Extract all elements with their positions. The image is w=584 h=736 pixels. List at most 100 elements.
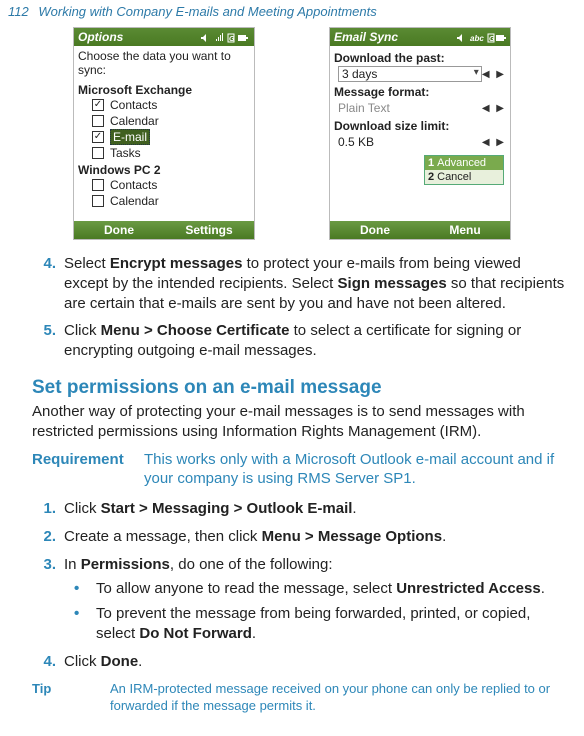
softkey-bar: Done Settings xyxy=(74,221,254,239)
text: Click xyxy=(64,322,101,339)
bold-text: Encrypt messages xyxy=(110,255,243,272)
checkbox-icon[interactable] xyxy=(92,147,104,159)
step-2: 2. Create a message, then click Menu > M… xyxy=(60,527,566,547)
text: . xyxy=(138,653,142,670)
bold-text: Menu > Message Options xyxy=(262,528,442,545)
text: Create a message, then click xyxy=(64,528,262,545)
phone-titlebar: Options G xyxy=(74,28,254,46)
bold-text: Do Not Forward xyxy=(139,625,252,642)
menu-label: Cancel xyxy=(437,171,471,183)
bullet-unrestricted: To allow anyone to read the message, sel… xyxy=(92,579,566,599)
steps-list-top: 4. Select Encrypt messages to protect yo… xyxy=(32,254,566,361)
checkbox-icon[interactable] xyxy=(92,115,104,127)
requirement-key: Requirement xyxy=(32,450,144,490)
section-microsoft-exchange: Microsoft Exchange xyxy=(78,83,250,97)
checkbox-icon[interactable] xyxy=(92,179,104,191)
menu-item-advanced[interactable]: 1Advanced xyxy=(425,156,503,170)
section-windows-pc2: Windows PC 2 xyxy=(78,163,250,177)
menu-num: 2 xyxy=(428,171,434,183)
phone-title-text: Options xyxy=(78,30,123,44)
phone-titlebar: Email Sync abc G xyxy=(330,28,510,46)
phone-body: Download the past: 3 days ◀ ▶ Message fo… xyxy=(330,46,510,221)
menu-item-cancel[interactable]: 2Cancel xyxy=(425,170,503,184)
svg-text:abc: abc xyxy=(470,34,484,43)
list-item[interactable]: Tasks xyxy=(92,145,250,161)
phone-title-text: Email Sync xyxy=(334,30,398,44)
sound-icon xyxy=(456,32,466,42)
list-item[interactable]: Calendar xyxy=(92,113,250,129)
screenshot-row: Options G Choose the data you want to sy… xyxy=(8,27,576,240)
item-label: Contacts xyxy=(110,98,157,112)
text: , do one of the following: xyxy=(170,556,333,573)
menu-num: 1 xyxy=(428,157,434,169)
bold-text: Permissions xyxy=(81,556,170,573)
tip-value: An IRM-protected message received on you… xyxy=(110,680,566,714)
field-label: Download size limit: xyxy=(334,119,506,133)
message-format-field[interactable]: Plain Text ◀ ▶ xyxy=(338,99,506,117)
options-screenshot: Options G Choose the data you want to sy… xyxy=(73,27,255,240)
download-size-field[interactable]: 0.5 KB ◀ ▶ xyxy=(338,133,506,151)
text: In xyxy=(64,556,81,573)
requirement-value: This works only with a Microsoft Outlook… xyxy=(144,450,566,490)
popup-menu-area: 1Advanced 2Cancel xyxy=(334,151,506,185)
bold-text: Done xyxy=(101,653,139,670)
text: . xyxy=(352,500,356,517)
page-number: 112 xyxy=(8,4,29,19)
list-item[interactable]: Contacts xyxy=(92,177,250,193)
softkey-bar: Done Menu xyxy=(330,221,510,239)
item-label: Calendar xyxy=(110,114,159,128)
page-header: 112 Working with Company E-mails and Mee… xyxy=(8,4,576,19)
step-4: 4. Select Encrypt messages to protect yo… xyxy=(60,254,566,313)
phone-body: Choose the data you want to sync: Micros… xyxy=(74,46,254,221)
tip-key: Tip xyxy=(32,680,110,714)
sound-icon xyxy=(200,32,210,42)
sync-instruction: Choose the data you want to sync: xyxy=(78,49,250,77)
document-body: 4. Select Encrypt messages to protect yo… xyxy=(8,254,576,714)
spinner-arrows-icon[interactable]: ◀ ▶ xyxy=(482,137,506,148)
step-number: 4. xyxy=(32,254,56,274)
text: Click xyxy=(64,653,101,670)
field-value: Plain Text xyxy=(338,101,482,115)
checkbox-icon[interactable] xyxy=(92,131,104,143)
field-label: Message format: xyxy=(334,85,506,99)
text: To allow anyone to read the message, sel… xyxy=(96,580,396,597)
item-label: Calendar xyxy=(110,194,159,208)
download-past-field[interactable]: 3 days ◀ ▶ xyxy=(338,65,506,83)
checkbox-icon[interactable] xyxy=(92,195,104,207)
softkey-settings[interactable]: Settings xyxy=(164,221,254,239)
softkey-menu[interactable]: Menu xyxy=(420,221,510,239)
checkbox-icon[interactable] xyxy=(92,99,104,111)
tip-note: Tip An IRM-protected message received on… xyxy=(32,680,566,714)
dropdown-value[interactable]: 3 days xyxy=(338,66,482,82)
step-1: 1. Click Start > Messaging > Outlook E-m… xyxy=(60,499,566,519)
section-paragraph: Another way of protecting your e-mail me… xyxy=(32,402,566,442)
text: . xyxy=(252,625,256,642)
bullet-list: To allow anyone to read the message, sel… xyxy=(64,579,566,644)
bold-text: Menu > Choose Certificate xyxy=(101,322,290,339)
item-label: Contacts xyxy=(110,178,157,192)
spinner-arrows-icon[interactable]: ◀ ▶ xyxy=(482,69,506,80)
softkey-done[interactable]: Done xyxy=(330,221,420,239)
list-item[interactable]: Calendar xyxy=(92,193,250,209)
page-header-title: Working with Company E-mails and Meeting… xyxy=(38,4,376,19)
text: Select xyxy=(64,255,110,272)
text: . xyxy=(541,580,545,597)
step-number: 2. xyxy=(32,527,56,547)
text: . xyxy=(442,528,446,545)
svg-text:G: G xyxy=(229,36,235,43)
list-item[interactable]: E-mail xyxy=(92,129,250,145)
signal-battery-icon: G xyxy=(214,32,250,42)
list-item[interactable]: Contacts xyxy=(92,97,250,113)
item-label: Tasks xyxy=(110,146,141,160)
popup-menu: 1Advanced 2Cancel xyxy=(424,155,504,185)
spinner-arrows-icon: ◀ ▶ xyxy=(482,103,506,114)
field-label: Download the past: xyxy=(334,51,506,65)
softkey-done[interactable]: Done xyxy=(74,221,164,239)
requirement-note: Requirement This works only with a Micro… xyxy=(32,450,566,490)
step-3: 3. In Permissions, do one of the followi… xyxy=(60,555,566,644)
bold-text: Sign messages xyxy=(338,275,447,292)
menu-label: Advanced xyxy=(437,157,486,169)
bullet-do-not-forward: To prevent the message from being forwar… xyxy=(92,604,566,644)
bold-text: Unrestricted Access xyxy=(396,580,541,597)
step-number: 5. xyxy=(32,321,56,341)
